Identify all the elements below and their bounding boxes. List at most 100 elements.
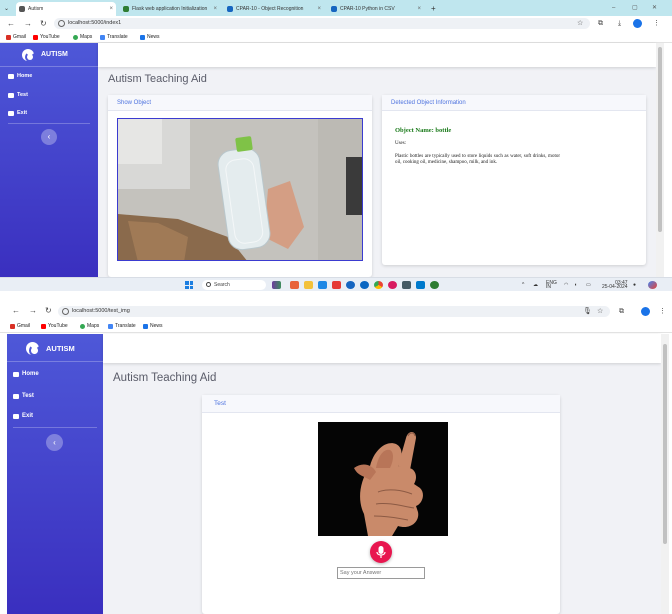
bookmark-youtube[interactable]: YouTube bbox=[41, 322, 68, 331]
cloud-icon[interactable]: ☁ bbox=[533, 281, 538, 289]
bookmark-translate[interactable]: Translate bbox=[108, 322, 136, 331]
bookmark-star-icon[interactable]: ☆ bbox=[597, 307, 603, 317]
table-icon bbox=[13, 414, 19, 419]
tab-search-button[interactable]: ⌄ bbox=[2, 2, 12, 16]
back-icon[interactable]: ← bbox=[12, 306, 20, 315]
app-icon[interactable] bbox=[430, 281, 439, 289]
app-icon[interactable] bbox=[290, 281, 299, 289]
extensions-icon[interactable]: ⧉ bbox=[598, 19, 603, 29]
app-icon[interactable] bbox=[360, 281, 369, 289]
address-bar[interactable]: localhost:5000/index1 bbox=[54, 18, 590, 29]
globe-icon bbox=[19, 6, 25, 12]
minimize-icon[interactable]: – bbox=[612, 2, 615, 14]
extensions-icon[interactable]: ⧉ bbox=[619, 307, 624, 317]
vscode-icon[interactable] bbox=[416, 281, 425, 289]
scrollbar-thumb[interactable] bbox=[658, 47, 662, 232]
main-content: Autism Teaching Aid Test bbox=[103, 334, 661, 614]
chrome-icon[interactable] bbox=[374, 281, 383, 289]
close-icon[interactable]: × bbox=[317, 2, 321, 16]
forward-icon[interactable]: → bbox=[24, 19, 32, 28]
bookmark-maps[interactable]: Maps bbox=[80, 322, 99, 331]
tab-cpar-csv[interactable]: CPAR-10 Python in CSV × bbox=[328, 2, 424, 16]
sidebar-item-label: Exit bbox=[17, 110, 28, 116]
webcam-feed bbox=[117, 118, 363, 261]
wifi-icon[interactable]: ◠ bbox=[564, 281, 568, 289]
sidebar-toggle-button[interactable]: ‹ bbox=[46, 434, 63, 451]
tab-cpar[interactable]: CPAR-10 - Object Recognition × bbox=[224, 2, 324, 16]
notification-icon[interactable]: ● bbox=[633, 281, 636, 289]
close-icon[interactable]: × bbox=[213, 2, 217, 16]
widgets-icon[interactable] bbox=[272, 281, 281, 289]
bookmark-star-icon[interactable]: ☆ bbox=[577, 19, 583, 29]
table-icon bbox=[8, 93, 14, 98]
translate-icon bbox=[108, 324, 113, 329]
volume-icon[interactable]: ◖ bbox=[574, 281, 577, 289]
answer-input[interactable] bbox=[337, 567, 425, 579]
maximize-icon[interactable]: ▢ bbox=[632, 2, 638, 14]
menu-icon[interactable]: ⋮ bbox=[653, 19, 660, 29]
reload-icon[interactable]: ↻ bbox=[45, 306, 52, 315]
microphone-button[interactable] bbox=[370, 541, 392, 563]
bookmark-label: News bbox=[147, 34, 160, 40]
sidebar-item-label: Home bbox=[17, 73, 33, 79]
sidebar-toggle-button[interactable]: ‹ bbox=[41, 129, 57, 145]
uses-label: Uses: bbox=[395, 141, 407, 146]
close-window-icon[interactable]: ✕ bbox=[652, 2, 657, 14]
bookmark-news[interactable]: News bbox=[140, 33, 160, 42]
app-icon[interactable] bbox=[318, 281, 327, 289]
tray-chevron-icon[interactable]: ^ bbox=[522, 281, 524, 289]
reload-icon[interactable]: ↻ bbox=[40, 19, 47, 28]
tab-autism[interactable]: Autism × bbox=[16, 2, 116, 16]
back-icon[interactable]: ← bbox=[7, 19, 15, 28]
page-scrollbar[interactable] bbox=[656, 43, 664, 277]
language-indicator[interactable]: ENG IN bbox=[546, 281, 557, 290]
site-info-icon[interactable] bbox=[58, 20, 65, 27]
file-explorer-icon[interactable] bbox=[304, 281, 313, 289]
youtube-icon bbox=[33, 35, 38, 40]
clock[interactable]: 03:47 25-04-2024 bbox=[602, 281, 628, 290]
sign-language-image bbox=[318, 422, 448, 536]
menu-icon[interactable]: ⋮ bbox=[659, 307, 666, 317]
page-title: Autism Teaching Aid bbox=[113, 372, 217, 384]
scrollbar-thumb[interactable] bbox=[663, 344, 667, 544]
profile-avatar[interactable] bbox=[633, 19, 642, 28]
new-tab-button[interactable]: + bbox=[431, 2, 436, 16]
maps-icon bbox=[80, 324, 85, 329]
sidebar-brand[interactable]: AUTISM bbox=[7, 334, 103, 362]
close-icon[interactable]: × bbox=[417, 2, 421, 16]
card-header: Detected Object Information bbox=[382, 95, 646, 111]
mail-icon[interactable] bbox=[402, 281, 411, 289]
bookmark-gmail[interactable]: Gmail bbox=[6, 33, 26, 42]
url-text: localhost:5000/index1 bbox=[68, 20, 122, 26]
forward-icon[interactable]: → bbox=[29, 306, 37, 315]
gmail-icon bbox=[10, 324, 15, 329]
screenshot-separator bbox=[0, 291, 672, 304]
app-icon[interactable] bbox=[346, 281, 355, 289]
bookmark-gmail[interactable]: Gmail bbox=[10, 322, 30, 331]
topbar bbox=[98, 43, 656, 67]
app-icon[interactable] bbox=[388, 281, 397, 289]
bookmark-translate[interactable]: Translate bbox=[100, 33, 128, 42]
site-info-icon[interactable] bbox=[62, 308, 69, 315]
battery-icon[interactable]: ▭ bbox=[586, 281, 591, 289]
sidebar-brand[interactable]: AUTISM bbox=[0, 43, 98, 67]
windows-start-icon[interactable] bbox=[185, 281, 193, 289]
smiley-logo-icon bbox=[22, 49, 35, 62]
download-icon[interactable]: ⤓ bbox=[618, 19, 621, 29]
taskbar-search[interactable]: Search bbox=[202, 280, 266, 290]
bookmark-youtube[interactable]: YouTube bbox=[33, 33, 60, 42]
bookmark-maps[interactable]: Maps bbox=[73, 33, 92, 42]
tab-flask[interactable]: Flask web application Initialization × bbox=[120, 2, 220, 16]
page-title: Autism Teaching Aid bbox=[108, 73, 207, 85]
bookmark-news[interactable]: News bbox=[143, 322, 163, 331]
youtube-icon[interactable] bbox=[332, 281, 341, 289]
address-bar[interactable]: localhost:5000/test_img bbox=[58, 306, 610, 317]
page-scrollbar[interactable] bbox=[661, 334, 669, 614]
profile-avatar[interactable] bbox=[641, 307, 650, 316]
microphone-icon bbox=[376, 546, 386, 558]
taskbar-search-label: Search bbox=[214, 282, 230, 288]
maps-icon bbox=[73, 35, 78, 40]
microphone-icon[interactable]: 🎙 bbox=[583, 307, 592, 317]
close-icon[interactable]: × bbox=[109, 2, 113, 16]
copilot-icon[interactable] bbox=[648, 281, 657, 289]
